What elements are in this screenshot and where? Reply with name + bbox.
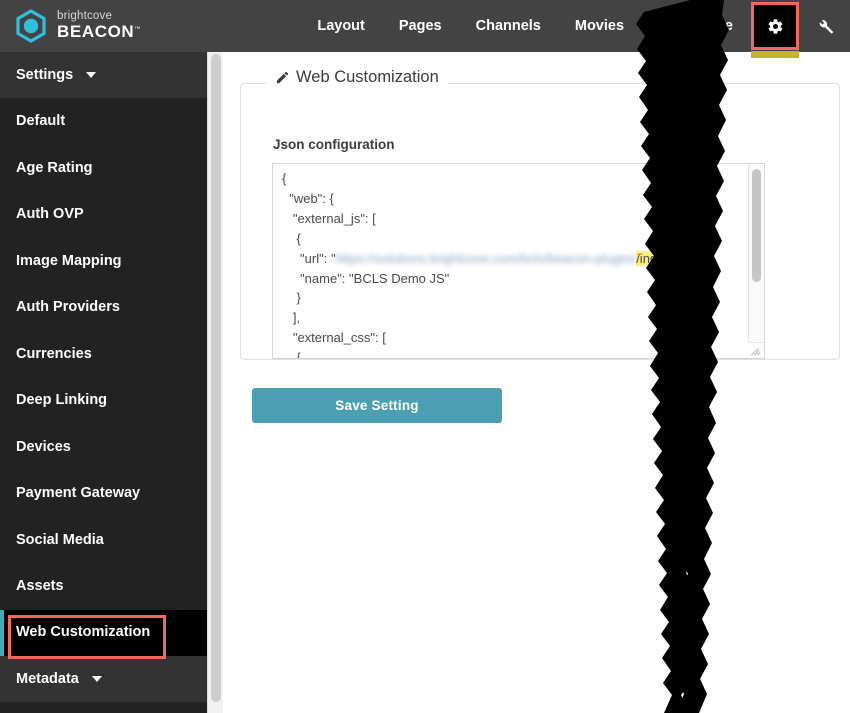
sidebar-item-assets[interactable]: Assets [0,563,207,610]
sidebar-item-auth-providers[interactable]: Auth Providers [0,284,207,331]
tools-wrench-button[interactable] [804,5,846,47]
sidebar-item-label: Assets [16,578,64,595]
nav-item-layout[interactable]: Layout [300,0,382,52]
sidebar-item-web-customization[interactable]: Web Customization [0,609,207,660]
sidebar-item-default[interactable]: Default [0,98,207,145]
json-configuration-label: Json configuration [273,137,395,152]
brand-bottom-text: BEACON™ [57,22,141,42]
sidebar-group-settings[interactable]: Settings [0,52,207,98]
top-navigation-bar: brightcove BEACON™ Layout Pages Channels… [0,0,850,58]
sidebar-group-metadata[interactable]: Metadata [0,656,207,702]
json-configuration-text: { "web": { "external_js": [ { "url": "ht… [282,171,693,359]
sidebar-item-auth-ovp[interactable]: Auth OVP [0,191,207,238]
nav-item-commerce[interactable]: Commerce [641,0,750,52]
chevron-down-icon [86,72,97,78]
sidebar-item-devices[interactable]: Devices [0,424,207,471]
sidebar-item-age-rating[interactable]: Age Rating [0,145,207,192]
brand-top-text: brightcove [57,9,113,22]
settings-sidebar: Settings Default Age Rating Auth OVP Ima… [0,52,207,713]
sidebar-item-label: Web Customization [8,615,167,660]
sidebar-item-social-media[interactable]: Social Media [0,517,207,564]
settings-gear-button[interactable] [751,2,799,58]
sidebar-item-label: Currencies [16,345,92,362]
highlighted-index-js: /index.js", [636,250,693,266]
top-nav-items: Layout Pages Channels Movies Commerce [300,0,850,58]
redacted-url-text: https://solutions.brightcove.com/bcls/be… [335,250,637,266]
sidebar-item-payment-gateway[interactable]: Payment Gateway [0,470,207,517]
nav-item-pages[interactable]: Pages [382,0,459,52]
app-window: brightcove BEACON™ Layout Pages Channels… [0,0,850,713]
page-scrollbar[interactable] [207,52,223,713]
save-setting-button[interactable]: Save Setting [252,388,502,423]
panel-legend: Web Customization [268,68,448,87]
textarea-resize-handle[interactable] [748,342,763,357]
sidebar-item-image-mapping[interactable]: Image Mapping [0,238,207,285]
sidebar-item-label: Age Rating [16,159,93,176]
sidebar-item-deep-linking[interactable]: Deep Linking [0,377,207,424]
web-customization-panel: Web Customization Json configuration { "… [240,68,840,360]
sidebar-item-label: Auth Providers [16,299,120,316]
json-configuration-textarea[interactable]: { "web": { "external_js": [ { "url": "ht… [272,163,765,359]
chevron-down-icon [91,676,102,682]
json-textarea-scrollbar-thumb[interactable] [752,169,761,282]
sidebar-item-label: Payment Gateway [16,485,141,502]
nav-item-movies[interactable]: Movies [558,0,641,52]
sidebar-item-label: Image Mapping [16,252,122,269]
sidebar-group-metadata-label: Metadata [16,671,79,687]
panel-title: Web Customization [296,68,439,86]
sidebar-item-label: Auth OVP [16,206,84,223]
sidebar-group-settings-label: Settings [16,67,74,83]
sidebar-item-currencies[interactable]: Currencies [0,331,207,378]
nav-item-channels[interactable]: Channels [459,0,558,52]
sidebar-item-label: Social Media [16,531,104,548]
pencil-icon [275,70,290,85]
brand-logo[interactable]: brightcove BEACON™ [0,9,141,43]
main-content: Web Customization Json configuration { "… [223,52,850,713]
sidebar-item-label: Deep Linking [16,392,108,409]
sidebar-item-label: Default [16,113,66,130]
brightcove-hexagon-logo-icon [14,9,48,43]
wrench-icon [817,18,834,35]
sidebar-item-label: Devices [16,438,71,455]
page-scrollbar-thumb[interactable] [211,54,221,702]
gear-icon [767,18,784,35]
json-textarea-scrollbar[interactable] [748,165,763,357]
